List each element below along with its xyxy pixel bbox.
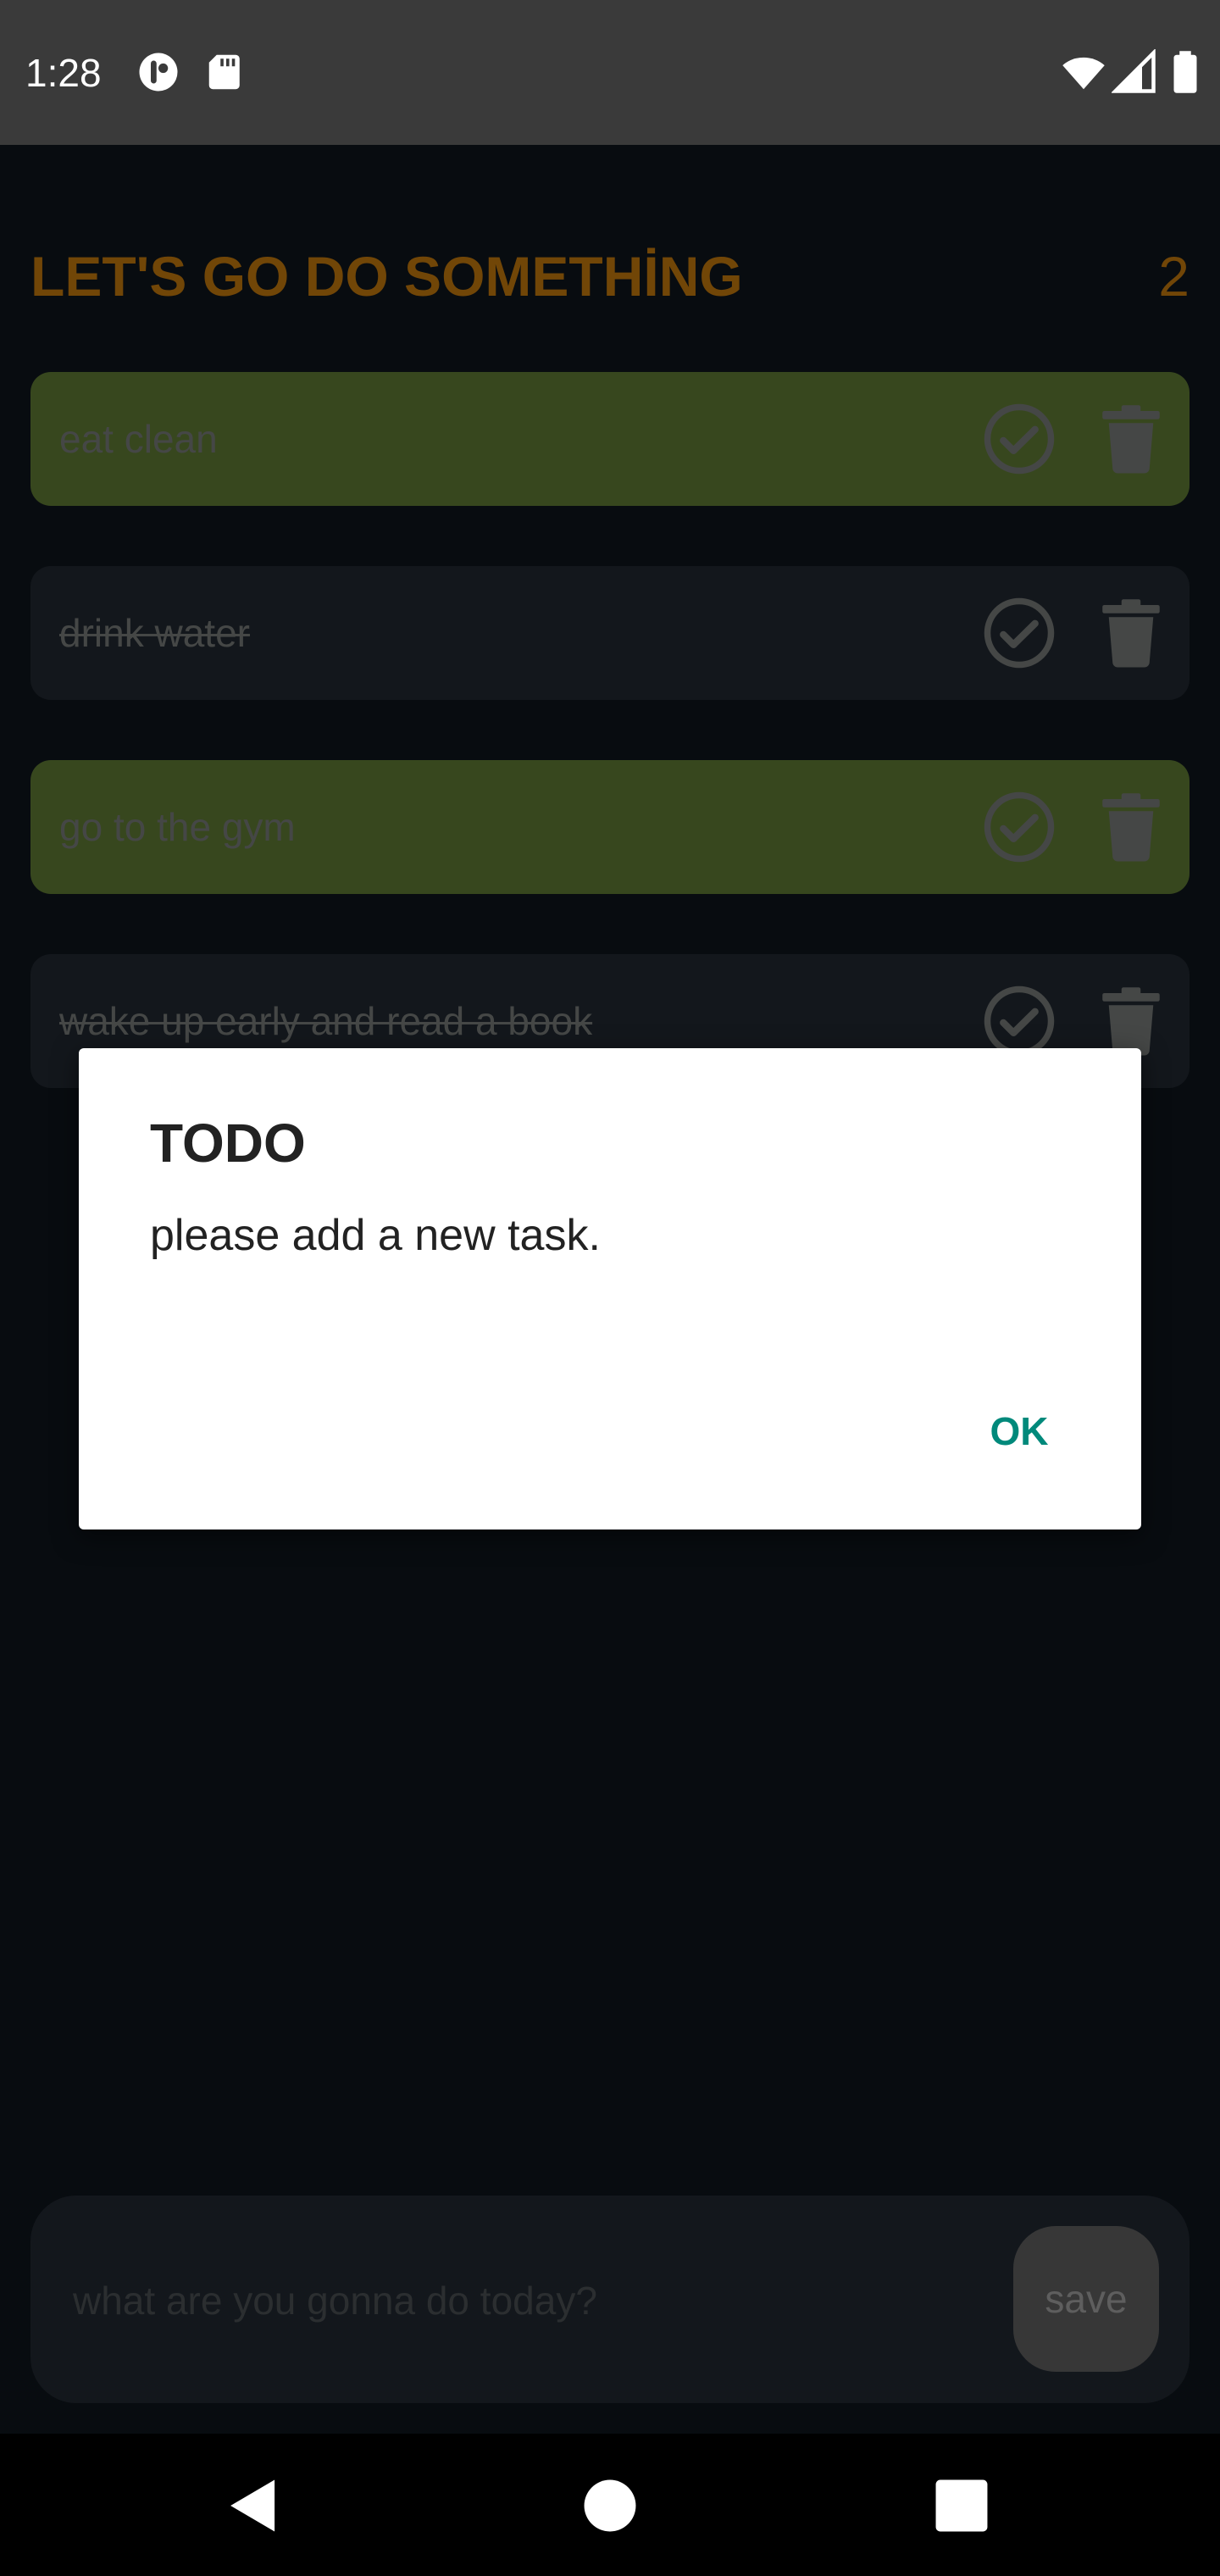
status-bar: 1:28 [0,0,1220,145]
sd-card-icon [208,54,240,90]
back-icon[interactable] [217,2469,290,2542]
data-saver-icon [139,53,178,92]
battery-icon [1173,51,1197,93]
dialog-title: TODO [150,1113,306,1174]
ok-button[interactable]: OK [960,1397,1079,1465]
home-icon[interactable] [574,2469,646,2542]
recents-icon[interactable] [925,2469,998,2542]
status-time: 1:28 [25,51,102,95]
alert-dialog: TODO please add a new task. OK [79,1048,1141,1530]
dialog-message: please add a new task. [150,1211,601,1260]
wifi-icon [1062,57,1105,90]
navigation-bar [0,2434,1220,2576]
cell-signal-icon [1112,49,1156,93]
